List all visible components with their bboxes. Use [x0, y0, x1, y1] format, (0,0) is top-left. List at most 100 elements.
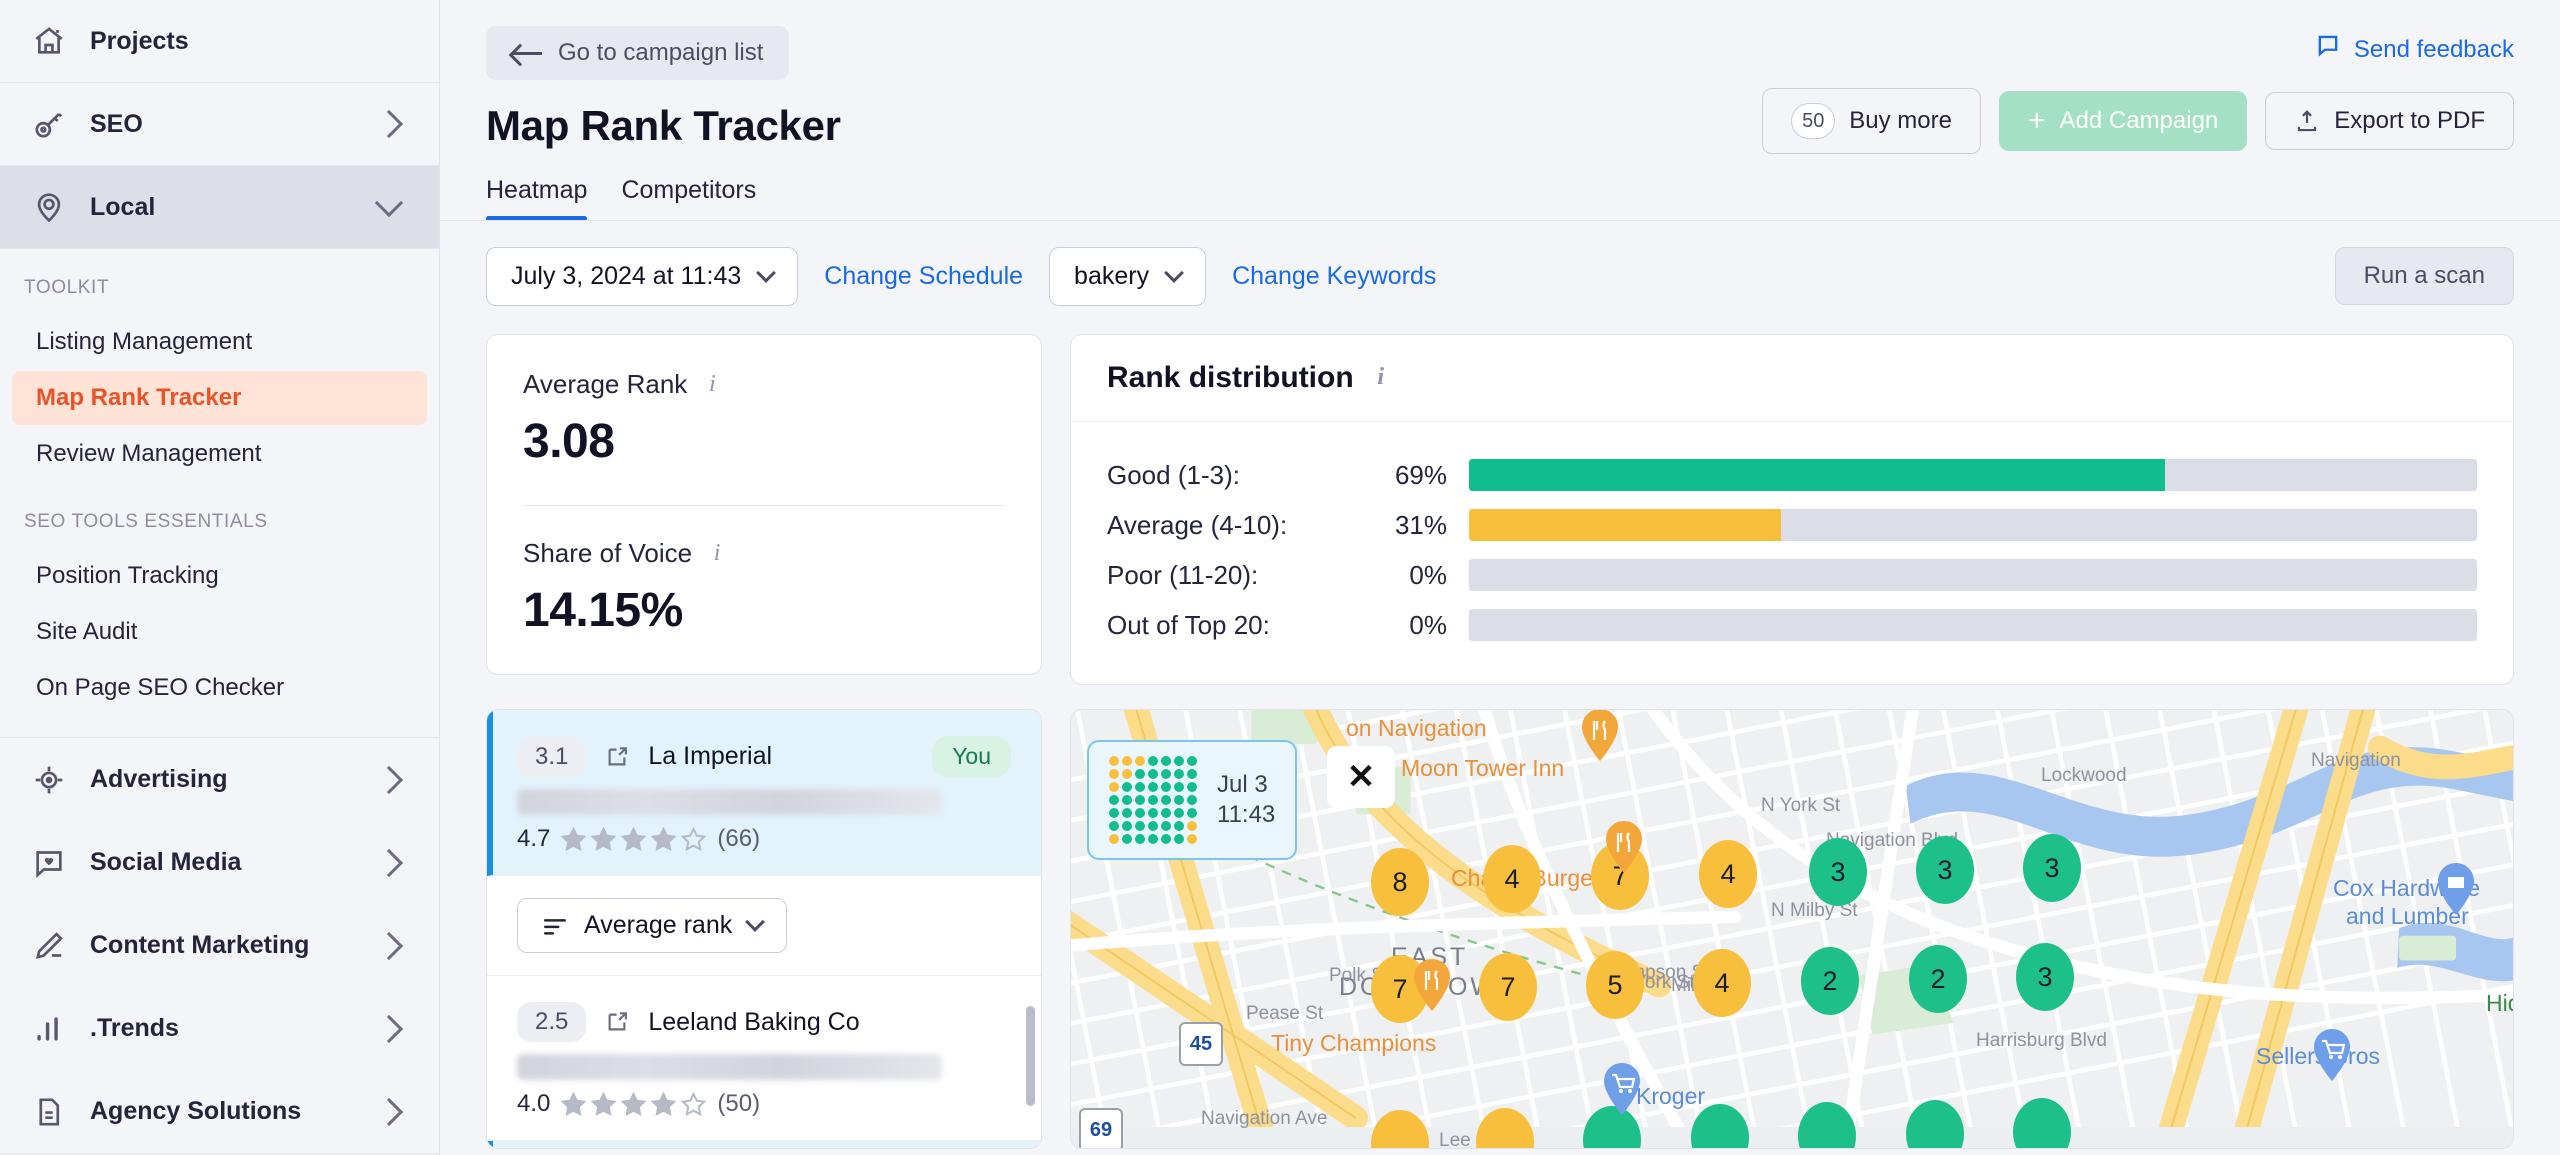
map-rank-marker[interactable]: 2 [1801, 947, 1859, 1015]
add-campaign-button[interactable]: + Add Campaign [1998, 91, 2248, 151]
rank-distribution-row: Out of Top 20: 0% [1107, 600, 2477, 650]
lower-row: 3.1 La Imperial You 4.7 (66) Average ran… [440, 685, 2560, 1149]
info-icon[interactable]: i [706, 541, 728, 565]
credits-badge: 50 [1791, 103, 1836, 139]
export-to-pdf-button[interactable]: Export to PDF [2265, 92, 2514, 150]
chevron-right-icon [374, 931, 404, 960]
date-select[interactable]: July 3, 2024 at 11:43 [486, 247, 799, 306]
sidebar-section-essentials: SEO TOOLS ESSENTIALS [24, 511, 268, 532]
keyword-select-value: bakery [1074, 262, 1150, 290]
chevron-down-icon [745, 912, 766, 932]
rank-distribution-track [1469, 559, 2477, 591]
sidebar-item-agency-solutions[interactable]: Agency Solutions [0, 1070, 439, 1153]
send-feedback-link[interactable]: Send feedback [2314, 32, 2514, 67]
sidebar-item-map-rank-tracker[interactable]: Map Rank Tracker [12, 371, 427, 425]
external-link-icon[interactable] [604, 744, 630, 770]
business-rating-value: 4.7 [517, 825, 551, 852]
map-rank-marker[interactable]: 5 [1586, 951, 1644, 1019]
sort-bar: Average rank [487, 876, 1041, 976]
rank-distribution-category: Good (1-3): [1107, 459, 1240, 490]
mini-heatmap-dot [1109, 821, 1119, 831]
you-badge: You [932, 736, 1011, 777]
tab-heatmap[interactable]: Heatmap [486, 176, 588, 221]
sidebar-item-social-media[interactable]: Social Media [0, 821, 439, 904]
sort-select[interactable]: Average rank [517, 898, 788, 953]
map-rank-marker[interactable]: 4 [1699, 840, 1757, 908]
map-rank-marker[interactable]: 8 [1371, 848, 1429, 916]
add-campaign-label: Add Campaign [2059, 107, 2219, 134]
rank-distribution-category: Average (4-10): [1107, 509, 1288, 540]
sidebar-item-advertising[interactable]: Advertising [0, 738, 439, 821]
go-to-campaign-list-button[interactable]: Go to campaign list [486, 26, 790, 80]
tab-competitors[interactable]: Competitors [621, 176, 756, 221]
restaurant-pin-icon [1579, 710, 1621, 762]
sidebar-item-projects[interactable]: Projects [0, 0, 439, 83]
heatmap-map[interactable]: Jul 3 11:43 ✕ Tiny ChampionsChamp Burger… [1070, 709, 2514, 1149]
business-row-header: 2.5 Leeland Baking Co [517, 1002, 1011, 1042]
metrics-row: Average Rank i 3.08 Share of Voice i 14.… [440, 306, 2560, 685]
rank-distribution-header: Rank distribution i [1071, 335, 2513, 422]
map-rank-marker[interactable]: 3 [2023, 834, 2081, 902]
buy-more-button[interactable]: 50 Buy more [1762, 88, 1981, 154]
business-rank-chip: 2.5 [517, 1002, 587, 1042]
map-label: Lee [1439, 1130, 1471, 1149]
map-rank-marker[interactable]: 3 [2016, 943, 2074, 1011]
scan-date-popup[interactable]: Jul 3 11:43 [1087, 740, 1298, 860]
map-label: Navigation [2311, 750, 2401, 771]
map-rank-marker[interactable]: 2 [1909, 945, 1967, 1013]
change-keywords-link[interactable]: Change Keywords [1232, 262, 1436, 291]
sidebar-item-seo[interactable]: SEO [0, 83, 439, 166]
main-content: Go to campaign list Map Rank Tracker Sen… [440, 0, 2560, 1155]
sidebar-item-site-audit[interactable]: Site Audit [12, 605, 427, 659]
sidebar-item-content-marketing[interactable]: Content Marketing [0, 904, 439, 987]
business-rating-value: 4.0 [517, 1090, 551, 1117]
mini-heatmap-dot [1109, 769, 1119, 779]
rank-distribution-column: Rank distribution i Good (1-3): 69% Averag… [1070, 334, 2514, 685]
sidebar-item-review-management[interactable]: Review Management [12, 427, 427, 481]
business-row-selected[interactable]: 3.1 La Imperial You 4.7 (66) [487, 710, 1041, 876]
sidebar-item-label: SEO [90, 109, 143, 138]
mini-heatmap-dot [1135, 821, 1145, 831]
upload-icon [2294, 108, 2320, 134]
close-icon[interactable]: ✕ [1327, 746, 1395, 808]
sidebar-item-position-tracking[interactable]: Position Tracking [12, 549, 427, 603]
map-rank-marker[interactable]: 7 [1479, 953, 1537, 1021]
rank-distribution-row: Average (4-10): 31% [1107, 500, 2477, 550]
hardware-store-pin-icon [2435, 862, 2477, 916]
rank-distribution-percent: 0% [1409, 559, 1447, 590]
sidebar-item-on-page-seo-checker[interactable]: On Page SEO Checker [12, 661, 427, 715]
mini-heatmap-dot [1135, 769, 1145, 779]
business-row-next[interactable] [487, 1141, 1041, 1148]
mini-heatmap-dot [1174, 795, 1184, 805]
change-schedule-link[interactable]: Change Schedule [824, 262, 1023, 291]
sidebar-item-label: Projects [90, 26, 189, 55]
business-rating-row: 4.0 (50) [517, 1090, 1011, 1118]
external-link-icon[interactable] [604, 1009, 630, 1035]
map-rank-marker[interactable]: 3 [1809, 838, 1867, 906]
info-icon[interactable]: i [1370, 365, 1392, 389]
sidebar-item-listing-management[interactable]: Listing Management [12, 315, 427, 369]
mini-heatmap-dot [1148, 795, 1158, 805]
export-label: Export to PDF [2334, 107, 2485, 134]
popup-time: 11:43 [1217, 801, 1276, 828]
rank-distribution-track [1469, 609, 2477, 641]
map-rank-marker[interactable]: 4 [1693, 949, 1751, 1017]
home-icon [30, 22, 68, 60]
sidebar-item-trends[interactable]: .Trends [0, 987, 439, 1070]
map-label: Moon Tower Inn [1401, 755, 1565, 781]
business-row[interactable]: 2.5 Leeland Baking Co 4.0 (50) [487, 976, 1041, 1141]
map-rank-marker[interactable]: 4 [1483, 845, 1541, 913]
kpi-column: Average Rank i 3.08 Share of Voice i 14.… [486, 334, 1042, 675]
rank-distribution-title: Rank distribution [1107, 361, 1354, 394]
map-label: N York St [1761, 795, 1841, 816]
mini-heatmap-dot [1148, 821, 1158, 831]
list-scrollbar[interactable] [1026, 1006, 1035, 1106]
keyword-select[interactable]: bakery [1049, 247, 1207, 306]
header-actions: 50 Buy more + Add Campaign Export to PDF [1762, 88, 2514, 154]
info-icon[interactable]: i [701, 372, 723, 396]
map-rank-marker[interactable]: 3 [1916, 836, 1974, 904]
sidebar-item-local[interactable]: Local [0, 166, 439, 249]
sidebar-item-label: Social Media [90, 848, 242, 876]
star-rating [560, 826, 707, 853]
run-a-scan-button[interactable]: Run a scan [2334, 247, 2514, 305]
